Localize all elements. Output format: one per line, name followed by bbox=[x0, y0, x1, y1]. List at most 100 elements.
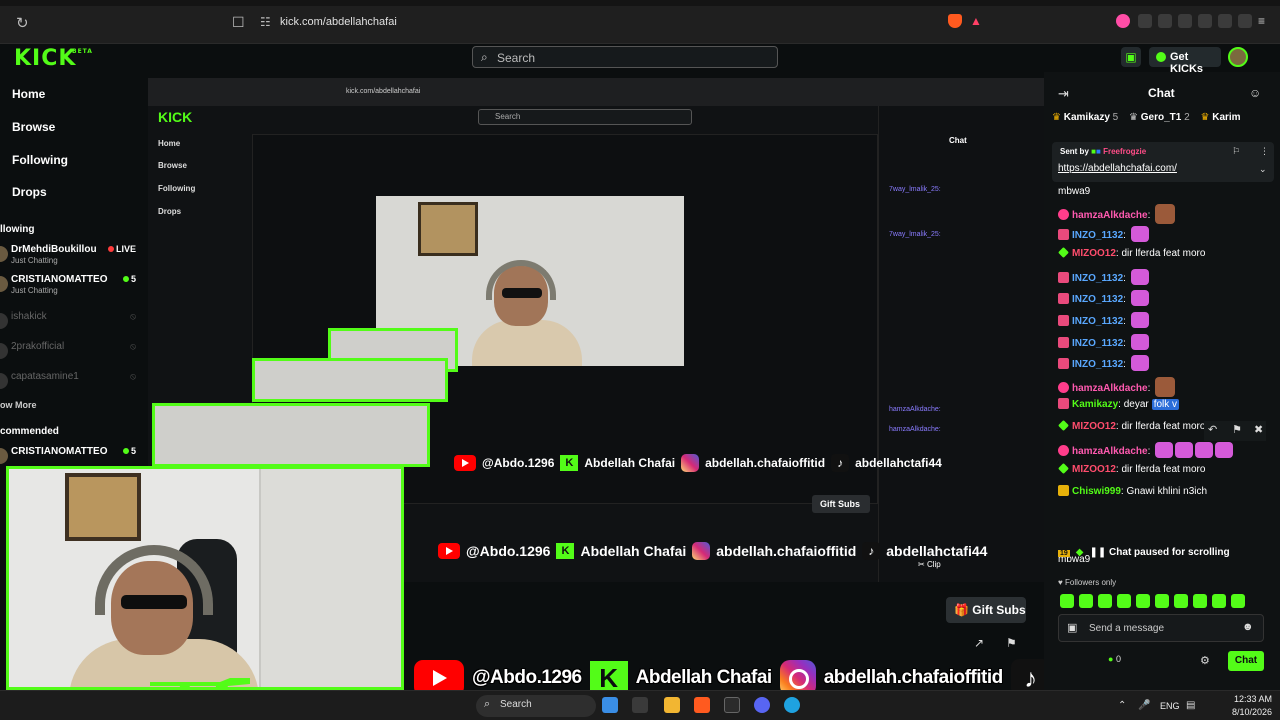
wallet-icon[interactable] bbox=[1198, 14, 1212, 28]
reload-icon[interactable]: ↻ bbox=[16, 14, 34, 32]
chat-message[interactable]: INZO_1132: bbox=[1058, 333, 1278, 356]
chat-text: dir lferda feat moro bbox=[1121, 464, 1206, 476]
door bbox=[259, 469, 401, 687]
chat-paused-banner[interactable]: 19 ◆ ❚❚ Chat paused for scrolling bbox=[1058, 547, 1274, 558]
youtube-icon bbox=[454, 455, 476, 471]
chevron-down-icon[interactable]: ⌄ bbox=[1259, 164, 1267, 175]
chat-message[interactable]: MIZOO12: dir lferda feat moro bbox=[1058, 463, 1278, 485]
wallet-button[interactable]: ▣ bbox=[1121, 47, 1141, 67]
sidebar-channel[interactable]: ishakick ⦸ bbox=[0, 311, 148, 335]
nested-webcam-frame bbox=[152, 403, 430, 467]
gift-subs-button[interactable]: 🎁 Gift Subs bbox=[946, 597, 1026, 623]
gifter[interactable]: ♛ Kamikazy 5 bbox=[1052, 112, 1118, 123]
nav-drops[interactable]: Drops bbox=[12, 185, 47, 199]
gear-icon[interactable]: ⚙ bbox=[1200, 654, 1210, 667]
reply-icon[interactable]: ↶ bbox=[1208, 423, 1217, 436]
sidebar-channel[interactable]: CRISTIANOMATTEO Just Chatting 5 bbox=[0, 274, 148, 298]
chat-username[interactable]: MIZOO12 bbox=[1072, 421, 1116, 432]
chat-username[interactable]: hamzaAlkdache bbox=[1072, 383, 1148, 394]
nav-following[interactable]: Following bbox=[12, 153, 68, 167]
more-icon[interactable]: ⋮ bbox=[1260, 146, 1269, 157]
chat-username[interactable]: INZO_1132 bbox=[1072, 316, 1123, 327]
pinned-message[interactable]: Sent by ■■ Freefrogzie https://abdellahc… bbox=[1052, 142, 1274, 182]
sidebar-toggle-icon[interactable] bbox=[1178, 14, 1192, 28]
send-message-input[interactable]: ▣ Send a message ☻ bbox=[1058, 614, 1264, 642]
chat-message[interactable]: MIZOO12: dir lferda feat moro bbox=[1058, 247, 1278, 269]
sidebar-channel[interactable]: 2prakofficial ⦸ bbox=[0, 341, 148, 365]
user-avatar[interactable] bbox=[1228, 47, 1248, 67]
search-input[interactable]: ⌕ Search bbox=[472, 46, 778, 68]
brave-icon[interactable] bbox=[694, 697, 710, 713]
tab-strip[interactable] bbox=[0, 0, 1280, 6]
task-view-icon[interactable] bbox=[632, 697, 648, 713]
chat-message[interactable]: Kamikazy: deyar folk v bbox=[1058, 398, 1278, 420]
taskbar-search[interactable]: ⌕ Search bbox=[476, 695, 596, 717]
file-explorer-icon[interactable] bbox=[664, 697, 680, 713]
chat-send-button[interactable]: Chat bbox=[1228, 651, 1264, 671]
rewards-icon[interactable]: ▲ bbox=[970, 14, 984, 28]
chat-message[interactable]: INZO_1132: bbox=[1058, 355, 1278, 377]
pinned-link[interactable]: https://abdellahchafai.com/ bbox=[1058, 163, 1177, 174]
chat-message[interactable]: hamzaAlkdache: bbox=[1058, 204, 1278, 226]
chat-username[interactable]: MIZOO12 bbox=[1072, 248, 1116, 259]
chat-message[interactable]: hamzaAlkdache: bbox=[1058, 376, 1278, 399]
collapse-chat-icon[interactable]: ⇥ bbox=[1058, 86, 1069, 102]
get-kicks-button[interactable]: Get KICKs bbox=[1149, 47, 1221, 75]
address-bar[interactable]: kick.com/abdellahchafai bbox=[280, 16, 397, 28]
nav-home[interactable]: Home bbox=[12, 87, 45, 101]
ai-icon[interactable] bbox=[1218, 14, 1232, 28]
chat-message[interactable]: Chiswi999: Gnawi khlini n3ich bbox=[1058, 484, 1278, 507]
extension-icon[interactable] bbox=[1116, 14, 1130, 28]
chat-username[interactable]: INZO_1132 bbox=[1072, 230, 1123, 241]
pin-icon[interactable]: ⚑ bbox=[1232, 423, 1242, 436]
chat-username[interactable]: INZO_1132 bbox=[1072, 273, 1123, 284]
chat-username[interactable]: hamzaAlkdache bbox=[1072, 446, 1148, 457]
sidebar-channel[interactable]: DrMehdiBoukillou Just Chatting LIVE bbox=[0, 244, 148, 268]
chat-username[interactable]: Kamikazy bbox=[1072, 399, 1118, 410]
emoji-icon[interactable]: ☻ bbox=[1242, 621, 1254, 633]
sidebar-channel[interactable]: capatasamine1 ⦸ bbox=[0, 371, 148, 395]
tray-chevron-icon[interactable]: ⌃ bbox=[1118, 700, 1126, 711]
chat-message[interactable]: hamzaAlkdache: bbox=[1058, 441, 1278, 464]
chat-username[interactable]: INZO_1132 bbox=[1072, 294, 1123, 305]
share-icon[interactable]: ↗ bbox=[974, 636, 984, 650]
delete-icon[interactable]: ✖ bbox=[1254, 423, 1263, 436]
show-more-link[interactable]: ow More bbox=[0, 400, 37, 410]
kick-logo[interactable]: KICK BETA bbox=[14, 46, 92, 71]
brave-shield-icon[interactable] bbox=[948, 14, 962, 28]
report-icon[interactable]: ⚑ bbox=[1006, 636, 1017, 650]
chat-username[interactable]: Chiswi999 bbox=[1072, 486, 1121, 497]
tiktok-icon: ♪ bbox=[862, 542, 881, 560]
following-section-title: llowing bbox=[0, 224, 35, 235]
vpn-icon[interactable] bbox=[1238, 14, 1252, 28]
widgets-icon[interactable] bbox=[602, 697, 618, 713]
wifi-icon[interactable]: ▤ bbox=[1186, 700, 1195, 711]
gifter[interactable]: ♛ Karim bbox=[1200, 112, 1240, 123]
unpin-icon[interactable]: ⚐ bbox=[1232, 146, 1240, 157]
app-icon[interactable] bbox=[724, 697, 740, 713]
user-badge-icon bbox=[1058, 336, 1069, 348]
puzzle-icon[interactable] bbox=[1138, 14, 1152, 28]
discord-icon[interactable] bbox=[754, 697, 770, 713]
site-info-icon[interactable]: ☷ bbox=[260, 15, 271, 29]
emote bbox=[1195, 441, 1214, 458]
mic-icon[interactable]: 🎤 bbox=[1138, 700, 1150, 711]
clock[interactable]: 12:33 AM 8/10/2026 bbox=[1218, 693, 1272, 719]
edge-icon[interactable] bbox=[784, 697, 800, 713]
users-icon[interactable]: ☺ bbox=[1249, 86, 1261, 100]
chat-username[interactable]: INZO_1132 bbox=[1072, 359, 1123, 370]
nav-browse[interactable]: Browse bbox=[12, 120, 55, 134]
chat-message[interactable]: INZO_1132: bbox=[1058, 225, 1278, 248]
chat-username[interactable]: INZO_1132 bbox=[1072, 338, 1123, 349]
menu-icon[interactable]: ≡ bbox=[1258, 14, 1272, 28]
quick-emotes[interactable] bbox=[1060, 594, 1280, 610]
chat-message[interactable]: INZO_1132: bbox=[1058, 311, 1278, 334]
share-icon[interactable] bbox=[1158, 14, 1172, 28]
language-indicator[interactable]: ENG bbox=[1160, 701, 1180, 711]
chat-message[interactable]: INZO_1132: bbox=[1058, 268, 1278, 291]
chat-message[interactable]: INZO_1132: bbox=[1058, 290, 1278, 312]
gifter[interactable]: ♛ Gero_T1 2 bbox=[1129, 112, 1190, 123]
chat-username[interactable]: hamzaAlkdache bbox=[1072, 210, 1148, 221]
bookmark-icon[interactable]: ☐ bbox=[232, 14, 245, 31]
chat-username[interactable]: MIZOO12 bbox=[1072, 464, 1116, 475]
